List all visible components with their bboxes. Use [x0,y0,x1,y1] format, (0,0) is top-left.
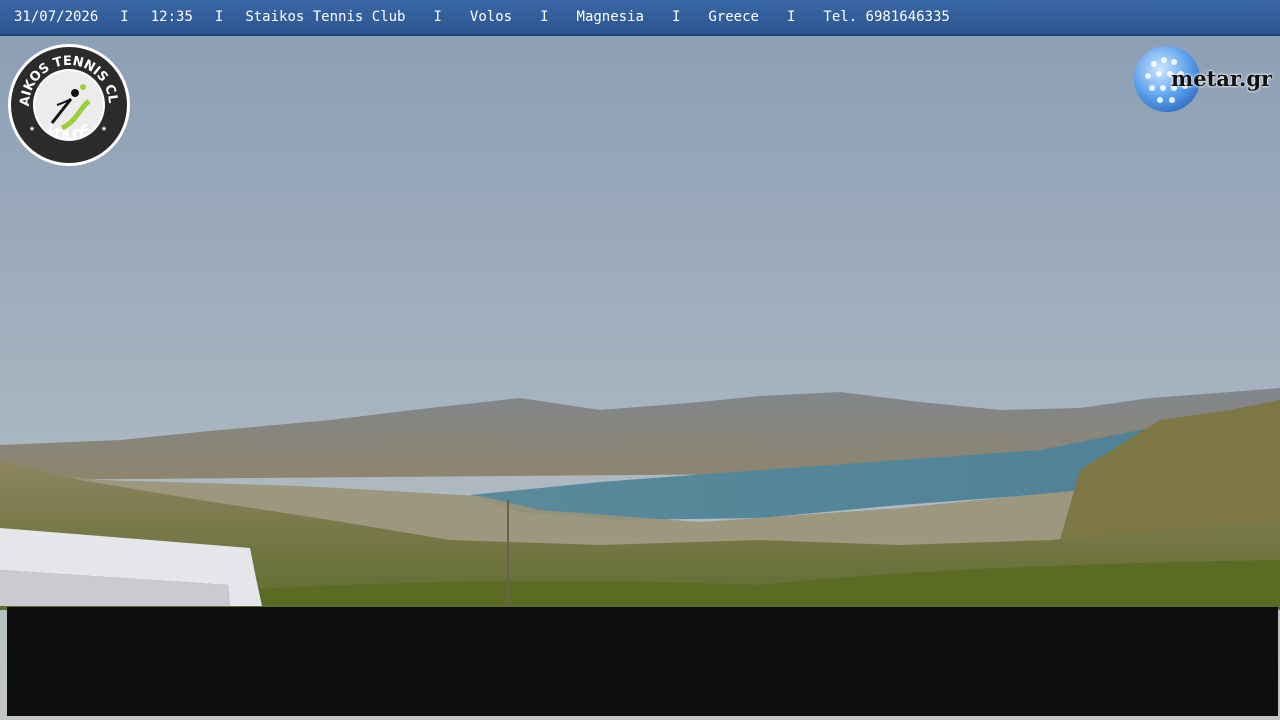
separator: I [786,9,796,25]
svg-text:★: ★ [101,123,107,134]
info-bar: 31/07/2026 I 12:35 I Staikos Tennis Club… [0,0,1280,36]
city-label: Volos [469,9,513,25]
separator: I [214,9,224,25]
separator: I [433,9,442,25]
separator: I [540,9,549,25]
region-label: Magnesia [576,9,644,25]
time-label: 12:35 [150,9,193,25]
country-label: Greece [708,9,759,25]
club-label: Staikos Tennis Club [245,9,406,25]
tennis-club-logo: STAIKOS TENNIS CLUB VOLOS ★ ★ [7,43,130,166]
svg-text:★: ★ [29,123,35,134]
metar-text: metar.gr [1171,66,1273,91]
black-overlay [7,607,1278,716]
phone-label: Tel. 6981646335 [823,9,950,25]
pole [507,500,509,605]
separator: I [671,9,681,25]
separator: I [120,9,129,25]
date-label: 31/07/2026 [14,9,99,25]
